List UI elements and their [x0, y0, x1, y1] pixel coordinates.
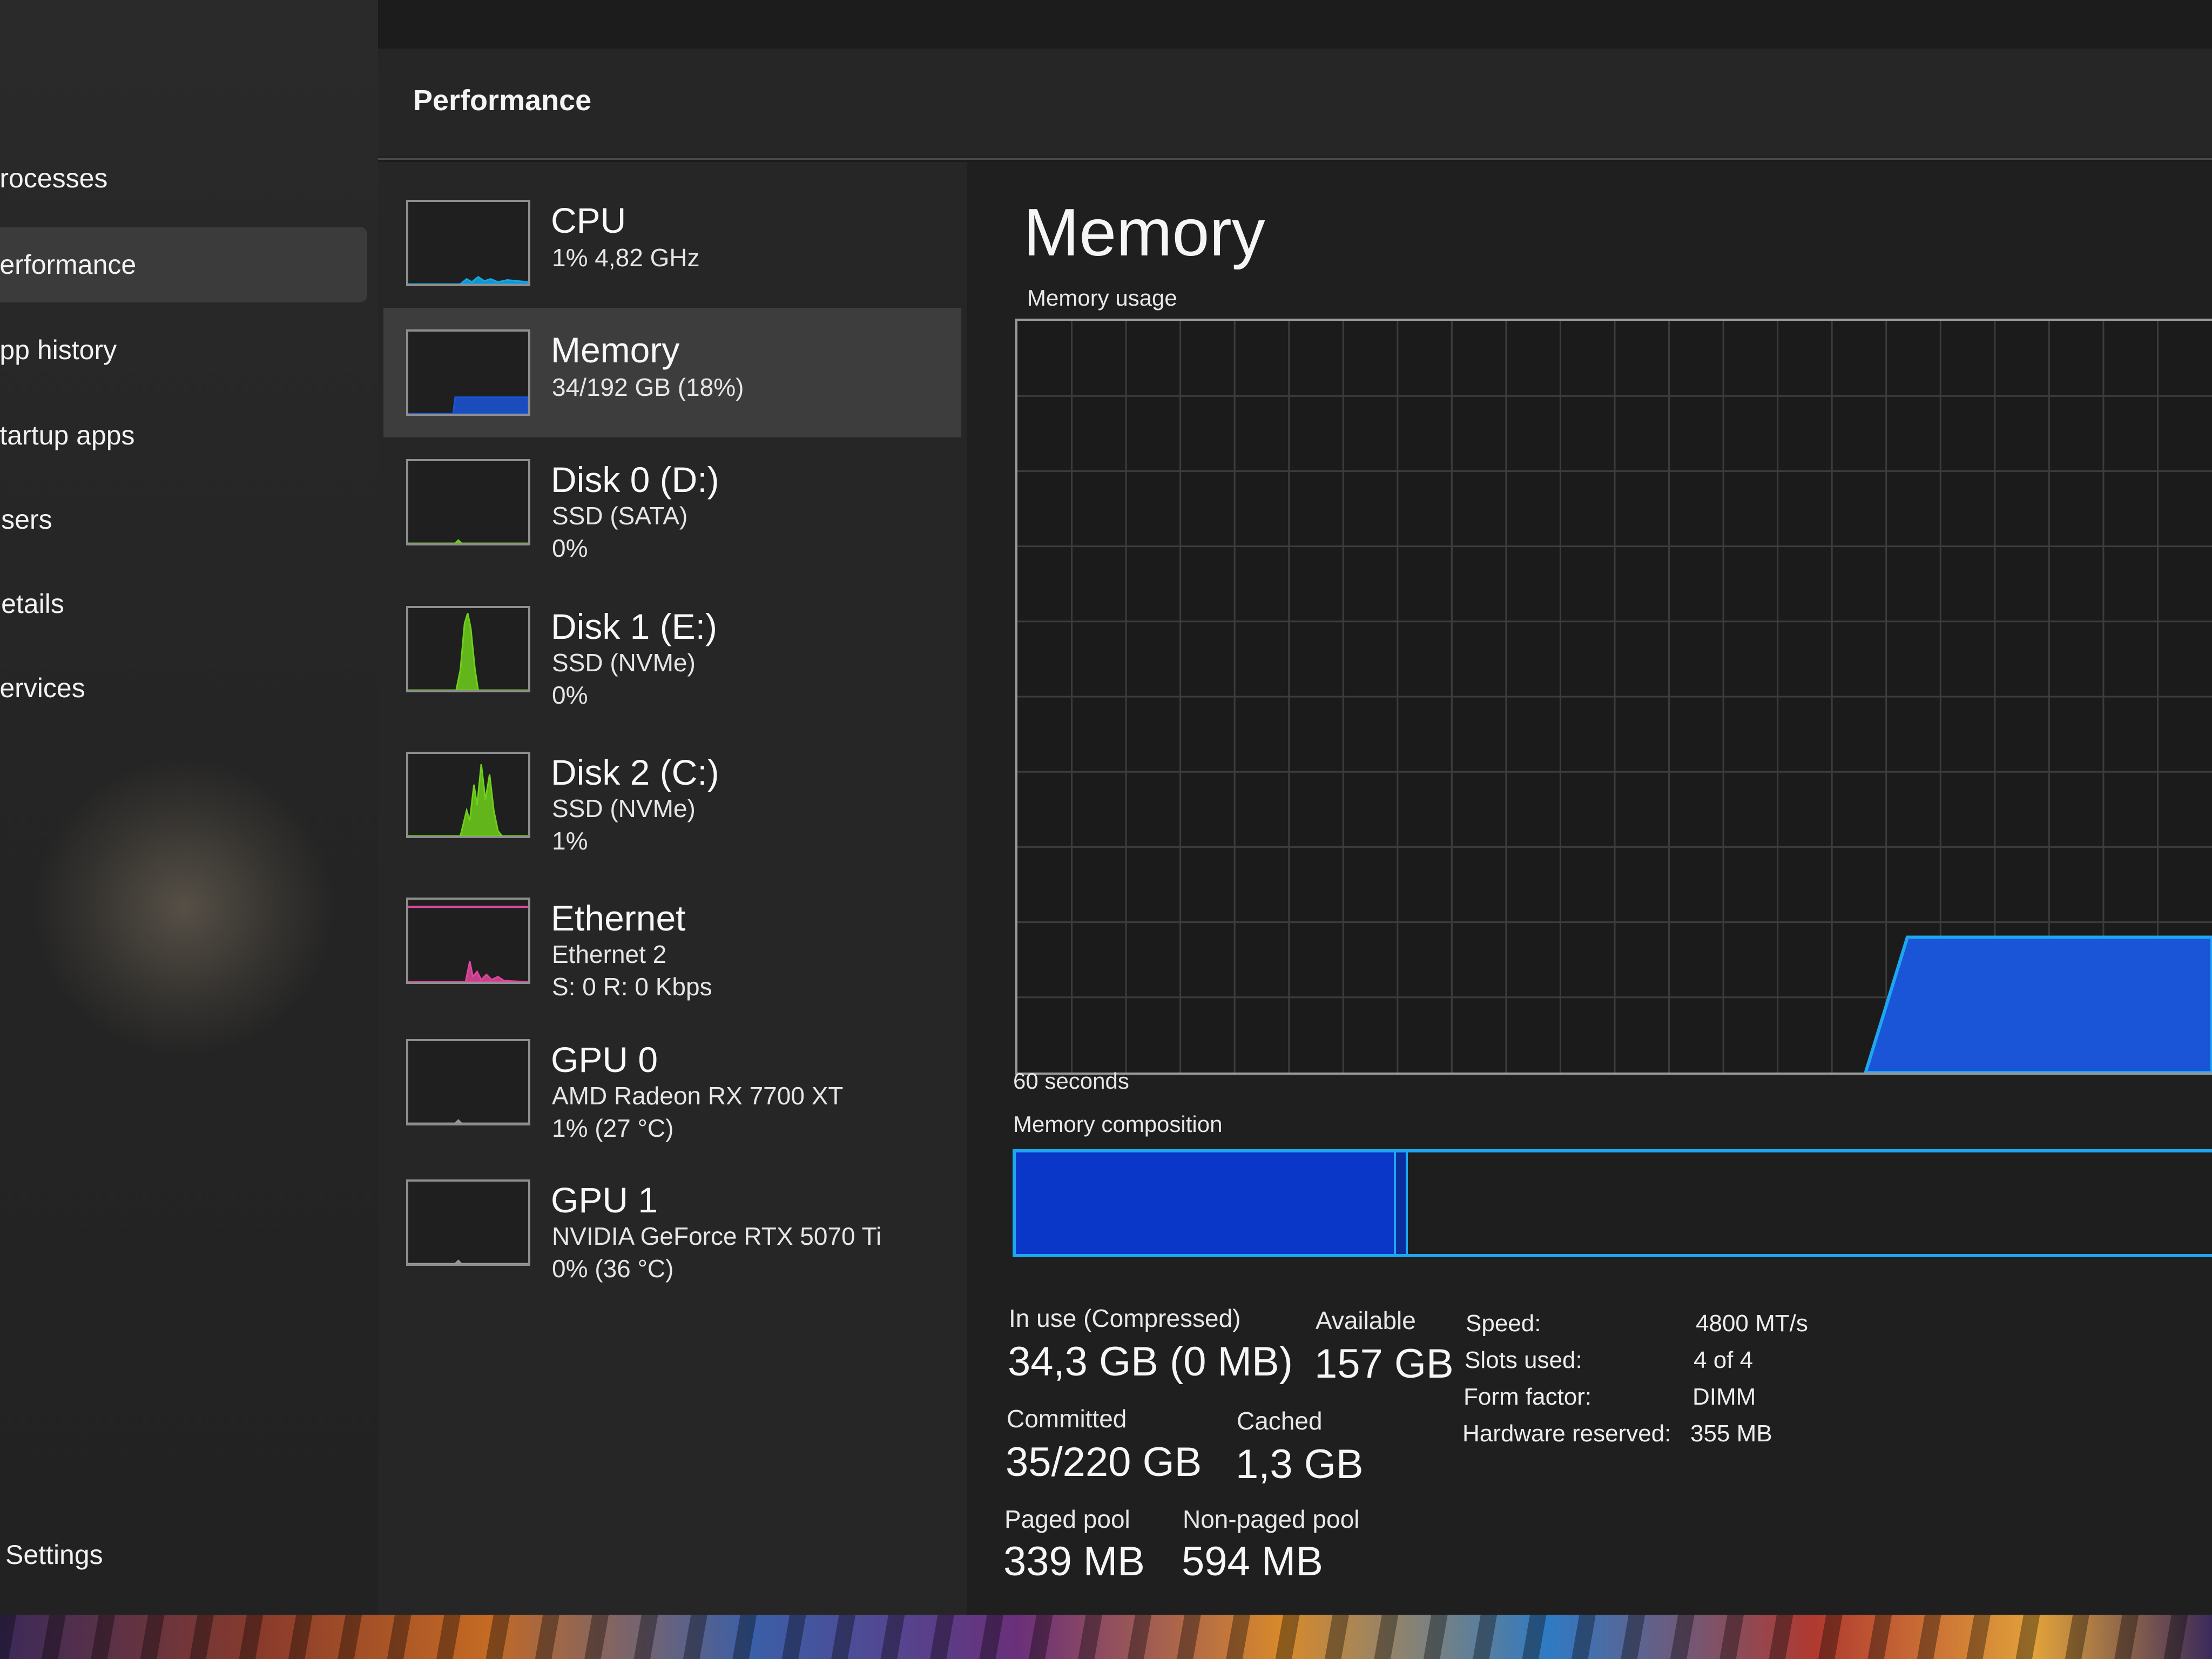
spec-key-form-factor: Form factor: — [1464, 1384, 1592, 1410]
device-name: Ethernet — [551, 898, 686, 938]
device-detail: 0% — [552, 534, 588, 562]
nonpaged-pool-label: Non-paged pool — [1183, 1505, 1360, 1533]
cached-label: Cached — [1237, 1407, 1323, 1435]
gpu-mini-graph — [406, 1039, 530, 1125]
committed-value: 35/220 GB — [1006, 1439, 1202, 1485]
header-divider — [378, 158, 2212, 160]
sidebar-item-label: Services — [0, 673, 85, 703]
cached-value: 1,3 GB — [1236, 1441, 1364, 1487]
device-detail: 1% (27 °C) — [552, 1114, 674, 1142]
page-header — [378, 49, 2212, 157]
spec-value-hardware-reserved: 355 MB — [1690, 1420, 1772, 1447]
mini-graph-area — [408, 961, 528, 982]
device-detail: AMD Radeon RX 7700 XT — [552, 1082, 844, 1110]
memory-mini-graph — [406, 329, 530, 416]
device-name: GPU 1 — [551, 1180, 658, 1220]
device-detail: SSD (NVMe) — [552, 794, 696, 822]
in-use-label: In use (Compressed) — [1009, 1304, 1241, 1332]
device-name: Memory — [551, 330, 680, 370]
memory-usage-graph — [1015, 319, 2212, 1075]
sidebar-item-app-history[interactable]: App history — [0, 312, 367, 388]
device-detail: 1% — [552, 827, 588, 855]
gpu-mini-graph — [406, 1179, 530, 1266]
committed-label: Committed — [1007, 1405, 1127, 1433]
nonpaged-pool-value: 594 MB — [1182, 1539, 1323, 1584]
sidebar-item-settings[interactable]: Settings — [5, 1539, 103, 1570]
mini-graph-area — [408, 539, 528, 543]
device-detail: SSD (NVMe) — [552, 649, 696, 677]
in-use-value: 34,3 GB (0 MB) — [1008, 1339, 1293, 1385]
spec-value-slots: 4 of 4 — [1694, 1347, 1754, 1373]
device-detail: 1% 4,82 GHz — [552, 244, 700, 272]
device-tile-disk-0[interactable]: Disk 0 (D:) SSD (SATA) 0% — [383, 437, 961, 567]
device-tile-gpu-0[interactable]: GPU 0 AMD Radeon RX 7700 XT 1% (27 °C) — [383, 1017, 961, 1147]
screen-glare — [32, 756, 335, 1058]
available-value: 157 GB — [1314, 1341, 1454, 1387]
mini-graph-area — [408, 613, 528, 690]
device-tile-disk-2[interactable]: Disk 2 (C:) SSD (NVMe) 1% — [383, 730, 961, 860]
sidebar-item-label: Users — [0, 504, 52, 535]
device-detail: Ethernet 2 — [552, 940, 667, 968]
available-label: Available — [1316, 1306, 1416, 1334]
ethernet-mini-graph — [406, 898, 530, 984]
sidebar-item-label: Details — [0, 589, 64, 619]
usage-graph-label: Memory usage — [1027, 285, 1177, 311]
device-tile-disk-1[interactable]: Disk 1 (E:) SSD (NVMe) 0% — [383, 584, 961, 714]
device-tile-cpu[interactable]: CPU 1% 4,82 GHz — [383, 178, 961, 308]
paged-pool-value: 339 MB — [1003, 1539, 1145, 1584]
sidebar-item-performance[interactable]: Performance — [0, 227, 367, 302]
disk-mini-graph — [406, 459, 530, 545]
detail-title: Memory — [1023, 195, 1265, 270]
spec-key-speed: Speed: — [1466, 1310, 1541, 1337]
spec-value-speed: 4800 MT/s — [1696, 1310, 1808, 1337]
spec-value-form-factor: DIMM — [1692, 1384, 1756, 1410]
mini-graph-area — [408, 1259, 528, 1264]
sidebar-item-details[interactable]: Details — [0, 566, 367, 642]
mini-graph-area — [408, 275, 528, 284]
device-detail: SSD (SATA) — [552, 502, 688, 530]
paged-pool-label: Paged pool — [1004, 1505, 1130, 1533]
composition-in-use-segment — [1016, 1152, 1394, 1254]
spec-key-hardware-reserved: Hardware reserved: — [1462, 1420, 1671, 1447]
device-name: CPU — [551, 200, 626, 240]
device-name: Disk 1 (E:) — [551, 606, 718, 646]
composition-modified-segment — [1394, 1152, 1408, 1254]
device-name: Disk 2 (C:) — [551, 752, 719, 792]
mini-graph-area — [408, 396, 528, 414]
memory-usage-area — [1864, 935, 2212, 1073]
device-detail: NVIDIA GeForce RTX 5070 Ti — [552, 1222, 882, 1250]
device-name: Disk 0 (D:) — [551, 460, 719, 500]
composition-label: Memory composition — [1013, 1111, 1223, 1137]
device-tile-memory[interactable]: Memory 34/192 GB (18%) — [383, 308, 961, 437]
sidebar-item-label: App history — [0, 335, 117, 365]
mini-graph-area — [408, 1119, 528, 1123]
sidebar-item-services[interactable]: Services — [0, 650, 367, 726]
mini-graph-area — [408, 764, 528, 836]
memory-composition-bar — [1013, 1149, 2212, 1257]
sidebar-item-processes[interactable]: Processes — [0, 140, 367, 216]
sidebar-item-users[interactable]: Users — [0, 482, 367, 557]
sidebar-item-label: Processes — [0, 163, 108, 193]
sidebar-item-label: Startup apps — [0, 420, 135, 450]
device-detail: 34/192 GB (18%) — [552, 373, 744, 401]
time-span-label: 60 seconds — [1013, 1068, 1129, 1094]
device-tile-ethernet[interactable]: Ethernet Ethernet 2 S: 0 R: 0 Kbps — [383, 876, 961, 1006]
device-detail: 0% — [552, 681, 588, 709]
sidebar-item-label: Performance — [0, 249, 137, 280]
sidebar-item-startup-apps[interactable]: Startup apps — [0, 397, 367, 473]
disk-mini-graph — [406, 752, 530, 838]
device-detail: 0% (36 °C) — [552, 1255, 674, 1283]
device-name: GPU 0 — [551, 1040, 658, 1080]
spec-key-slots: Slots used: — [1465, 1347, 1582, 1373]
disk-mini-graph — [406, 606, 530, 692]
page-title: Performance — [413, 84, 592, 117]
device-tile-gpu-1[interactable]: GPU 1 NVIDIA GeForce RTX 5070 Ti 0% (36 … — [383, 1158, 961, 1287]
cpu-mini-graph — [406, 200, 530, 286]
desktop-wallpaper-shade — [0, 1615, 2212, 1659]
device-detail: S: 0 R: 0 Kbps — [552, 973, 712, 1001]
